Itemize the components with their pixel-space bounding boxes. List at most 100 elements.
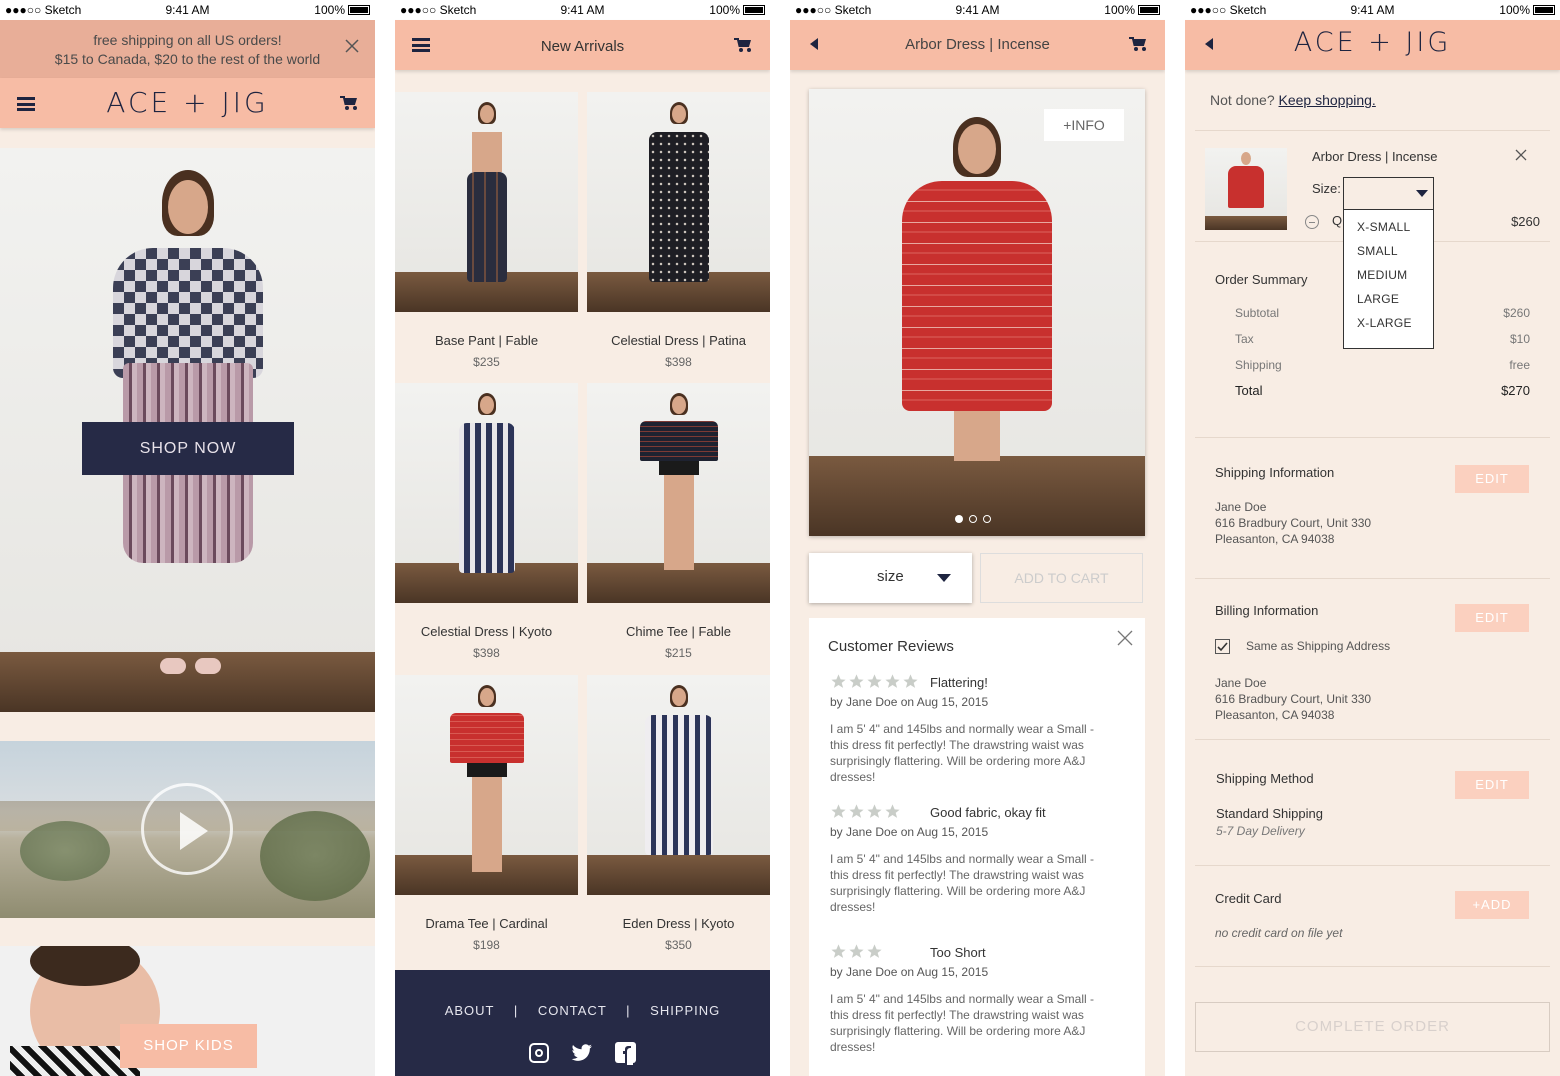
close-icon[interactable] bbox=[1117, 630, 1133, 651]
no-card-text: no credit card on file yet bbox=[1215, 926, 1343, 940]
product-name[interactable]: Eden Dress | Kyoto bbox=[587, 916, 770, 931]
edit-shipping-button[interactable]: EDIT bbox=[1455, 465, 1529, 493]
size-label: Size: bbox=[1312, 181, 1341, 196]
edit-shipping-method-button[interactable]: EDIT bbox=[1455, 771, 1529, 799]
product-card[interactable]: Drama Tee | Cardinal $198 bbox=[395, 675, 578, 955]
product-detail-screen: ●●●○○ Sketch 9:41 AM 100% Arbor Dress | … bbox=[790, 0, 1165, 1076]
brand-logo[interactable]: ACE + JIG bbox=[1185, 27, 1560, 58]
shipping-method-name: Standard Shipping bbox=[1216, 806, 1323, 821]
cart-item-name: Arbor Dress | Incense bbox=[1312, 149, 1438, 164]
battery-icon bbox=[1533, 5, 1555, 15]
same-as-shipping-checkbox[interactable] bbox=[1215, 639, 1230, 654]
product-card[interactable]: Celestial Dress | Patina $398 bbox=[587, 92, 770, 372]
product-name[interactable]: Base Pant | Fable bbox=[395, 333, 578, 348]
play-icon[interactable] bbox=[141, 783, 233, 875]
info-button[interactable]: +INFO bbox=[1044, 109, 1124, 141]
product-card[interactable]: Eden Dress | Kyoto $350 bbox=[587, 675, 770, 955]
kids-image: SHOP KIDS bbox=[0, 946, 375, 1076]
keep-shopping-link[interactable]: Keep shopping. bbox=[1279, 92, 1376, 108]
checkout-navbar: ACE + JIG bbox=[1185, 20, 1560, 70]
product-image[interactable] bbox=[395, 92, 578, 312]
credit-card-title: Credit Card bbox=[1215, 891, 1282, 906]
product-image[interactable] bbox=[587, 92, 770, 312]
status-bar: ●●●○○ Sketch 9:41 AM 100% bbox=[0, 0, 375, 20]
banner-line-1: free shipping on all US orders! bbox=[93, 32, 282, 48]
summary-label: Shipping bbox=[1235, 358, 1282, 372]
edit-billing-button[interactable]: EDIT bbox=[1455, 604, 1529, 632]
address-city: Pleasanton, CA 94038 bbox=[1215, 532, 1335, 546]
site-footer: ABOUT | CONTACT | SHIPPING bbox=[395, 970, 770, 1076]
summary-value: free bbox=[1509, 358, 1530, 372]
product-card[interactable]: Chime Tee | Fable $215 bbox=[587, 383, 770, 663]
keep-shopping-row: Not done? Keep shopping. bbox=[1210, 92, 1376, 108]
size-select[interactable]: size bbox=[809, 553, 972, 603]
size-option[interactable]: LARGE bbox=[1344, 292, 1433, 316]
rating-stars bbox=[830, 803, 902, 821]
size-dropdown-field[interactable] bbox=[1343, 177, 1434, 210]
product-image[interactable] bbox=[587, 383, 770, 603]
not-done-label: Not done? bbox=[1210, 92, 1275, 108]
product-card[interactable]: Base Pant | Fable $235 bbox=[395, 92, 578, 372]
status-bar: ●●●○○ Sketch 9:41 AM 100% bbox=[395, 0, 770, 20]
remove-item-icon[interactable] bbox=[1515, 148, 1527, 166]
footer-link-about[interactable]: ABOUT bbox=[445, 1003, 495, 1018]
minus-icon[interactable] bbox=[1305, 215, 1319, 229]
shipping-method-time: 5-7 Day Delivery bbox=[1216, 824, 1305, 838]
product-image[interactable] bbox=[395, 675, 578, 895]
size-option[interactable]: MEDIUM bbox=[1344, 268, 1433, 292]
product-card[interactable]: Celestial Dress | Kyoto $398 bbox=[395, 383, 578, 663]
order-summary-title: Order Summary bbox=[1215, 272, 1308, 287]
review-byline: by Jane Doe on Aug 15, 2015 bbox=[830, 695, 989, 709]
product-image[interactable] bbox=[587, 675, 770, 895]
add-card-button[interactable]: +ADD bbox=[1455, 891, 1529, 919]
shipping-info-section: Shipping Information EDIT Jane Doe 616 B… bbox=[1195, 438, 1550, 578]
twitter-icon[interactable] bbox=[571, 1044, 593, 1067]
product-image[interactable] bbox=[395, 383, 578, 603]
size-option[interactable]: SMALL bbox=[1344, 244, 1433, 268]
product-price: $235 bbox=[473, 355, 500, 369]
carousel-dots[interactable] bbox=[955, 510, 991, 528]
facebook-icon[interactable] bbox=[615, 1042, 636, 1065]
reviews-panel: Customer Reviews Flattering! by Jane Doe… bbox=[809, 618, 1145, 1076]
video-thumbnail[interactable] bbox=[0, 741, 375, 918]
home-navbar: ACE + JIG bbox=[0, 78, 375, 128]
brand-logo[interactable]: ACE + JIG bbox=[0, 86, 375, 119]
size-option[interactable]: X-SMALL bbox=[1344, 220, 1433, 244]
summary-label: Tax bbox=[1235, 332, 1254, 346]
cart-item-thumbnail bbox=[1205, 148, 1287, 230]
cart-icon[interactable] bbox=[734, 37, 752, 53]
add-to-cart-button[interactable]: ADD TO CART bbox=[980, 553, 1143, 603]
product-price: $198 bbox=[473, 938, 500, 952]
billing-info-title: Billing Information bbox=[1215, 603, 1319, 618]
quantity-label: Q bbox=[1332, 213, 1343, 228]
product-name[interactable]: Drama Tee | Cardinal bbox=[395, 916, 578, 931]
instagram-icon[interactable] bbox=[529, 1043, 549, 1063]
rating-stars bbox=[830, 673, 920, 691]
summary-value: $260 bbox=[1503, 306, 1530, 320]
product-image[interactable]: +INFO bbox=[809, 89, 1145, 536]
hero-image: SHOP NOW bbox=[0, 148, 375, 712]
product-name[interactable]: Celestial Dress | Patina bbox=[587, 333, 770, 348]
shipping-method-section: Shipping Method EDIT Standard Shipping 5… bbox=[1195, 740, 1550, 865]
address-street: 616 Bradbury Court, Unit 330 bbox=[1215, 516, 1372, 530]
checkout-screen: ●●●○○ Sketch 9:41 AM 100% ACE + JIG Not … bbox=[1185, 0, 1560, 1076]
summary-label: Subtotal bbox=[1235, 306, 1280, 320]
review-title: Good fabric, okay fit bbox=[930, 805, 1046, 820]
product-name[interactable]: Celestial Dress | Kyoto bbox=[395, 624, 578, 639]
battery-icon bbox=[743, 5, 765, 15]
review-body: I am 5' 4" and 145lbs and normally wear … bbox=[830, 852, 1095, 914]
product-name[interactable]: Chime Tee | Fable bbox=[587, 624, 770, 639]
home-screen: ●●●○○ Sketch 9:41 AM 100% free shipping … bbox=[0, 0, 375, 1076]
shop-kids-button[interactable]: SHOP KIDS bbox=[120, 1024, 257, 1068]
address-name: Jane Doe bbox=[1215, 500, 1267, 514]
review-title: Too Short bbox=[930, 945, 986, 960]
cart-icon[interactable] bbox=[340, 95, 358, 111]
close-icon[interactable] bbox=[345, 39, 359, 53]
footer-link-contact[interactable]: CONTACT bbox=[538, 1003, 607, 1018]
chevron-down-icon bbox=[937, 574, 951, 582]
complete-order-button[interactable]: COMPLETE ORDER bbox=[1195, 1002, 1550, 1052]
cart-icon[interactable] bbox=[1129, 36, 1147, 52]
shop-now-button[interactable]: SHOP NOW bbox=[82, 422, 294, 475]
footer-link-shipping[interactable]: SHIPPING bbox=[650, 1003, 720, 1018]
size-option[interactable]: X-LARGE bbox=[1344, 316, 1433, 340]
